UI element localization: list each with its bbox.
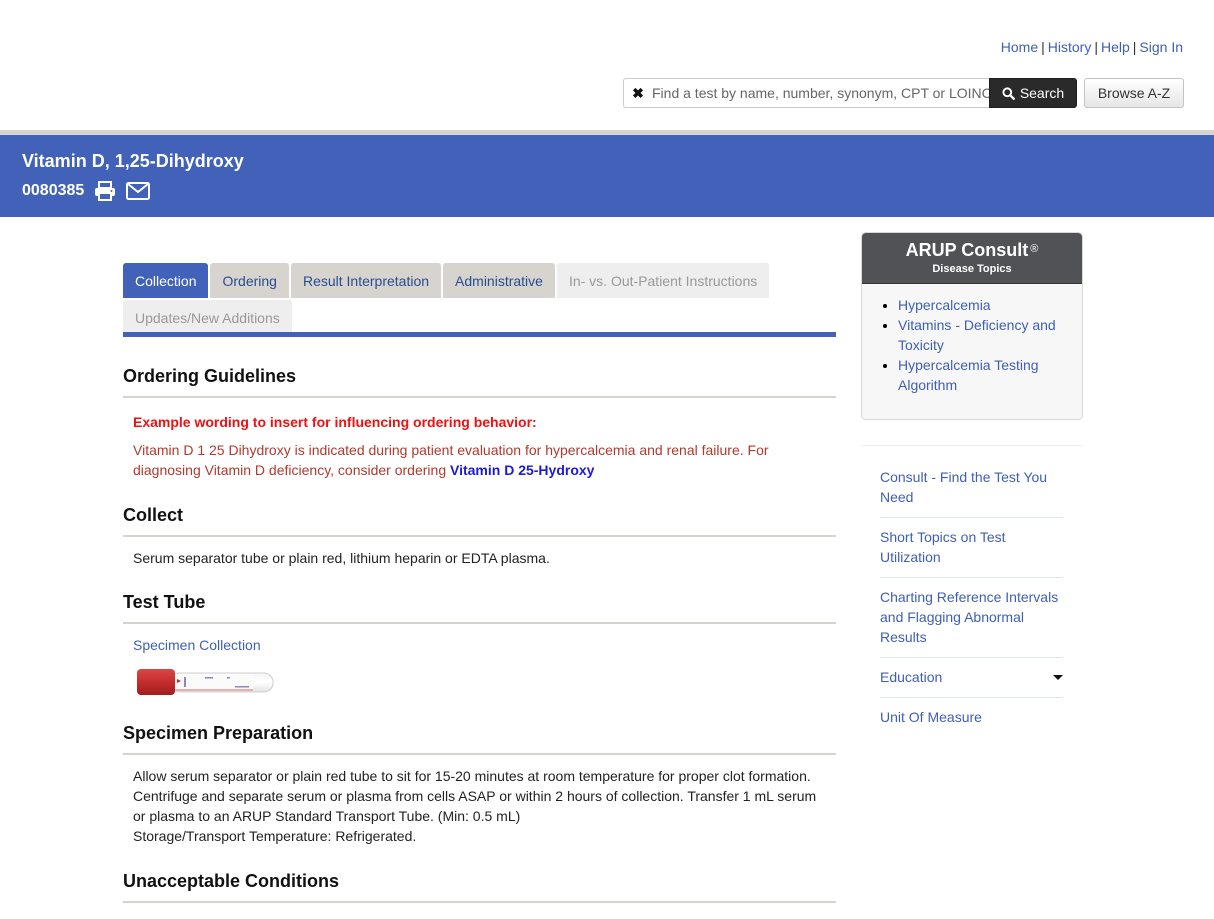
tab-underline xyxy=(123,332,836,337)
consult-header: ARUP Consult ® Disease Topics xyxy=(862,233,1082,284)
list-item: Hypercalcemia xyxy=(898,295,1070,315)
sidebar-item-label: Short Topics on Test Utilization xyxy=(880,529,1006,565)
red-top-tube-image[interactable] xyxy=(135,665,280,699)
tab-collection[interactable]: Collection xyxy=(123,263,209,298)
ordering-warning: Example wording to insert for influencin… xyxy=(133,414,537,430)
close-icon[interactable]: ✖ xyxy=(624,85,652,102)
test-code: 0080385 xyxy=(22,182,85,199)
sidebar-item-unit-of-measure[interactable]: Unit Of Measure xyxy=(880,698,1063,737)
list-item: Vitamins - Deficiency and Toxicity xyxy=(898,315,1070,355)
ordering-guidelines-section: Ordering Guidelines Example wording to i… xyxy=(123,366,836,480)
browse-a-z-button[interactable]: Browse A-Z xyxy=(1084,78,1184,108)
history-link[interactable]: History xyxy=(1048,39,1092,55)
list-item: Hypercalcemia Testing Algorithm xyxy=(898,355,1070,395)
nav-separator: | xyxy=(1041,39,1045,55)
top-nav: Home | History | Help | Sign In xyxy=(1001,39,1183,55)
specimen-collection-link[interactable]: Specimen Collection xyxy=(133,637,261,653)
ordering-guidance-text: Vitamin D 1 25 Dihydroxy is indicated du… xyxy=(133,440,826,480)
unacceptable-conditions-section: Unacceptable Conditions xyxy=(123,871,836,903)
search-input[interactable] xyxy=(652,80,989,106)
sidebar-item-short-topics[interactable]: Short Topics on Test Utilization xyxy=(880,518,1063,578)
sidebar-item-consult[interactable]: Consult - Find the Test You Need xyxy=(880,458,1063,518)
home-link[interactable]: Home xyxy=(1001,39,1038,55)
specimen-preparation-text: Allow serum separator or plain red tube … xyxy=(133,768,817,824)
registered-mark: ® xyxy=(1030,243,1039,255)
sidebar-item-label: Education xyxy=(880,669,943,685)
test-tube-section: Test Tube Specimen Collection xyxy=(123,592,836,699)
search-field-wrapper: ✖ xyxy=(623,78,989,108)
sidebar-nav: Consult - Find the Test You Need Short T… xyxy=(880,458,1063,737)
topic-hypercalcemia-algorithm-link[interactable]: Hypercalcemia Testing Algorithm xyxy=(898,357,1039,393)
sidebar-item-label: Consult - Find the Test You Need xyxy=(880,469,1048,505)
test-title: Vitamin D, 1,25-Dihydroxy xyxy=(22,151,244,171)
section-heading: Test Tube xyxy=(123,592,836,624)
disease-topics-list: Hypercalcemia Vitamins - Deficiency and … xyxy=(862,284,1082,395)
sidebar-item-education[interactable]: Education xyxy=(880,658,1063,698)
test-banner: Vitamin D, 1,25-Dihydroxy 0080385 xyxy=(0,135,1214,217)
tab-in-vs-out-patient[interactable]: In- vs. Out-Patient Instructions xyxy=(556,263,770,298)
help-link[interactable]: Help xyxy=(1101,39,1130,55)
email-icon[interactable] xyxy=(126,182,151,200)
consult-brand: ARUP Consult xyxy=(905,240,1029,260)
caret-down-icon[interactable] xyxy=(1053,675,1063,680)
tab-updates-new-additions[interactable]: Updates/New Additions xyxy=(123,300,292,335)
section-heading: Ordering Guidelines xyxy=(123,366,836,398)
magnifier-icon xyxy=(1002,86,1015,100)
sidebar-item-charting-reference[interactable]: Charting Reference Intervals and Flaggin… xyxy=(880,578,1063,658)
print-icon[interactable] xyxy=(94,181,116,201)
nav-separator: | xyxy=(1132,39,1137,55)
topic-hypercalcemia-link[interactable]: Hypercalcemia xyxy=(898,297,991,313)
main-content: Ordering Guidelines Example wording to i… xyxy=(123,366,836,903)
collect-text: Serum separator tube or plain red, lithi… xyxy=(133,550,550,566)
sidebar-item-label: Charting Reference Intervals and Flaggin… xyxy=(880,589,1059,645)
collect-section: Collect Serum separator tube or plain re… xyxy=(123,505,836,568)
storage-temperature-text: Storage/Transport Temperature: Refrigera… xyxy=(133,828,417,844)
sign-in-link[interactable]: Sign In xyxy=(1139,39,1183,55)
section-tabs: Collection Ordering Result Interpretatio… xyxy=(123,263,836,337)
section-heading: Unacceptable Conditions xyxy=(123,871,836,903)
section-heading: Specimen Preparation xyxy=(123,723,836,755)
search-bar: ✖ Search Browse A-Z xyxy=(623,78,1184,108)
tab-ordering[interactable]: Ordering xyxy=(210,263,289,298)
vitamin-d-25-hydroxy-link[interactable]: Vitamin D 25-Hydroxy xyxy=(450,462,594,478)
consult-subtitle: Disease Topics xyxy=(932,263,1012,275)
nav-separator: | xyxy=(1094,39,1098,55)
search-button-label: Search xyxy=(1019,85,1065,101)
section-heading: Collect xyxy=(123,505,836,537)
arup-consult-panel: ARUP Consult® Disease Topics Hypercalcem… xyxy=(861,232,1083,420)
sidebar-divider xyxy=(861,445,1083,446)
tab-result-interpretation[interactable]: Result Interpretation xyxy=(290,263,442,298)
test-code-row: 0080385 xyxy=(22,181,151,201)
specimen-preparation-section: Specimen Preparation Allow serum separat… xyxy=(123,723,836,846)
search-button[interactable]: Search xyxy=(989,78,1077,108)
tab-administrative[interactable]: Administrative xyxy=(443,263,555,298)
sidebar-item-label: Unit Of Measure xyxy=(880,709,982,725)
topic-vitamins-link[interactable]: Vitamins - Deficiency and Toxicity xyxy=(898,317,1056,353)
